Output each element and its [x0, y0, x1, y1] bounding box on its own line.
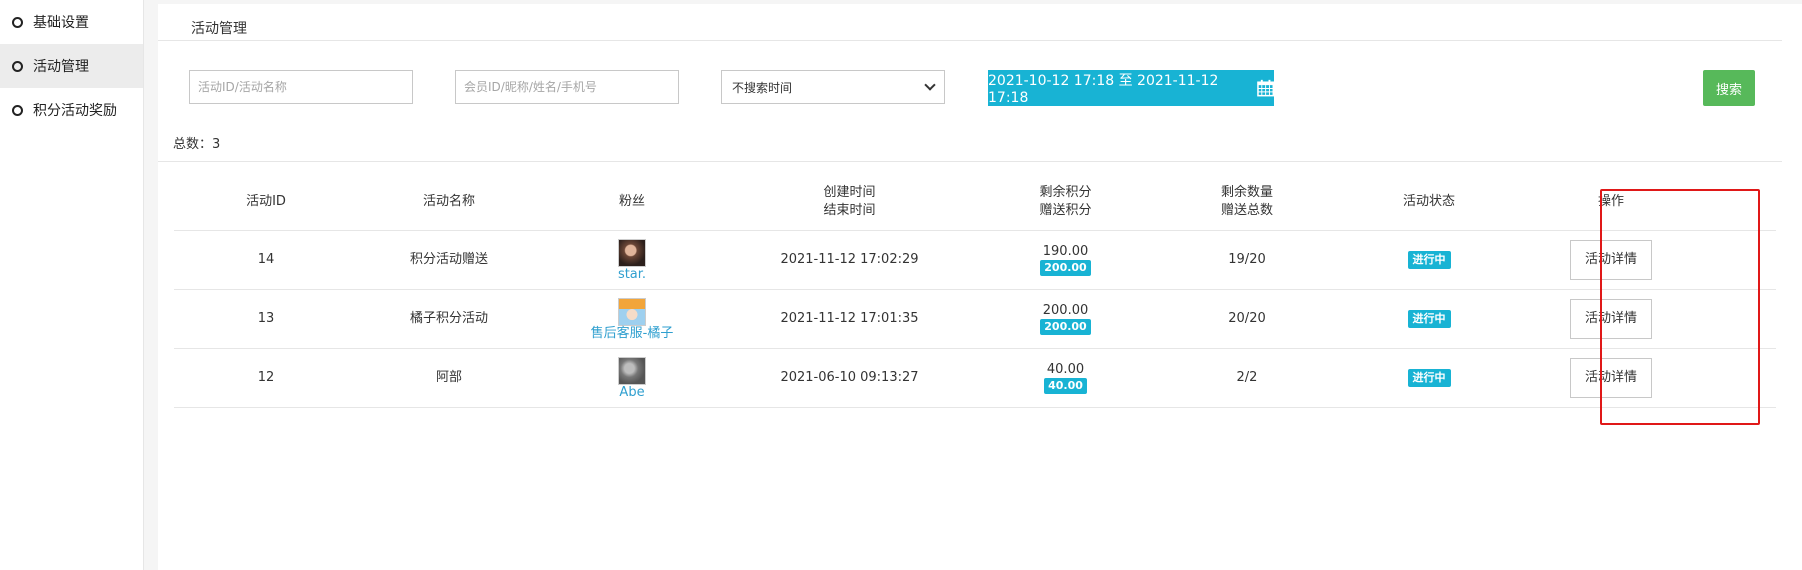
column-header-name: 活动名称: [422, 193, 475, 209]
sidebar-item-label: 积分活动奖励: [33, 103, 117, 119]
points-cell: 190.00 200.00: [975, 244, 1156, 277]
main-panel: 活动管理 不搜索时间 2021-10-12 17:18 至 2021-11-12…: [158, 4, 1802, 570]
status-badge: 进行中: [1407, 251, 1451, 269]
activity-name: 积分活动赠送: [409, 252, 488, 267]
calendar-icon: [1256, 79, 1274, 97]
column-header-time: 创建时间 结束时间: [724, 184, 975, 220]
avatar: [618, 238, 646, 267]
status-cell: 进行中: [1338, 310, 1520, 328]
divider: [158, 161, 1782, 162]
gift-points-badge: 40.00: [1044, 377, 1087, 394]
created-time: 2021-06-10 09:13:27: [780, 370, 919, 385]
sidebar: 基础设置 活动管理 积分活动奖励: [0, 0, 144, 570]
table-row: 12 阿部 Abe 2021-06-10 09:13:27 40.00 40.0…: [174, 349, 1776, 408]
quantity: 2/2: [1236, 370, 1258, 385]
time-filter-select[interactable]: 不搜索时间: [721, 70, 945, 104]
quantity: 20/20: [1228, 311, 1266, 326]
remaining-points: 40.00: [1046, 361, 1085, 377]
date-range-picker[interactable]: 2021-10-12 17:18 至 2021-11-12 17:18: [988, 70, 1274, 106]
sidebar-item-points-rewards[interactable]: 积分活动奖励: [0, 88, 143, 132]
date-range-value: 2021-10-12 17:18 至 2021-11-12 17:18: [988, 73, 1219, 106]
column-header-action: 操作: [1597, 193, 1624, 209]
table-header-row: 活动ID 活动名称 粉丝 创建时间 结束时间 剩余积分 赠送积分 剩余数量 赠送…: [174, 173, 1776, 231]
status-cell: 进行中: [1338, 369, 1520, 387]
fan-name-link[interactable]: Abe: [540, 385, 724, 400]
activity-id: 12: [257, 370, 275, 385]
gift-points-badge: 200.00: [1040, 318, 1091, 335]
action-cell: 活动详情: [1520, 240, 1702, 280]
column-header-id: 活动ID: [246, 193, 286, 209]
fan-cell: 售后客服-橘子: [540, 297, 724, 341]
activity-detail-button[interactable]: 活动详情: [1570, 240, 1652, 280]
remaining-points: 190.00: [1042, 243, 1089, 259]
total-count: 总数：3: [173, 137, 221, 152]
column-header-created: 创建时间: [823, 184, 876, 200]
status-badge: 进行中: [1407, 310, 1451, 328]
avatar: [618, 356, 646, 385]
points-cell: 200.00 200.00: [975, 303, 1156, 336]
circle-icon: [12, 60, 23, 72]
activity-id: 14: [257, 252, 275, 267]
activity-id: 13: [257, 311, 275, 326]
column-header-status: 活动状态: [1402, 193, 1455, 209]
column-header-remaining-points: 剩余积分: [1039, 184, 1092, 200]
column-header-gift-total: 赠送总数: [1220, 202, 1273, 218]
activity-name: 阿部: [435, 370, 462, 385]
fan-cell: star.: [540, 238, 724, 282]
status-cell: 进行中: [1338, 251, 1520, 269]
created-time: 2021-11-12 17:02:29: [780, 252, 919, 267]
action-cell: 活动详情: [1520, 358, 1702, 398]
action-cell: 活动详情: [1520, 299, 1702, 339]
time-filter-value: 不搜索时间: [732, 80, 793, 95]
points-cell: 40.00 40.00: [975, 362, 1156, 395]
fan-name-link[interactable]: 售后客服-橘子: [540, 326, 724, 341]
fan-cell: Abe: [540, 356, 724, 400]
divider: [158, 40, 1782, 41]
remaining-points: 200.00: [1042, 302, 1089, 318]
page-title: 活动管理: [191, 21, 247, 37]
status-badge: 进行中: [1407, 369, 1451, 387]
column-header-gift-points: 赠送积分: [1039, 202, 1092, 218]
activity-table: 活动ID 活动名称 粉丝 创建时间 结束时间 剩余积分 赠送积分 剩余数量 赠送…: [174, 173, 1776, 408]
column-header-fans: 粉丝: [618, 193, 645, 209]
search-button[interactable]: 搜索: [1703, 70, 1755, 106]
circle-icon: [12, 104, 23, 116]
gift-points-badge: 200.00: [1040, 259, 1091, 276]
sidebar-item-label: 基础设置: [33, 15, 89, 31]
chevron-down-icon: [924, 79, 936, 91]
activity-detail-button[interactable]: 活动详情: [1570, 299, 1652, 339]
table-row: 13 橘子积分活动 售后客服-橘子 2021-11-12 17:01:35 20…: [174, 290, 1776, 349]
column-header-remaining-count: 剩余数量: [1220, 184, 1273, 200]
circle-icon: [12, 16, 23, 28]
sidebar-item-basic-settings[interactable]: 基础设置: [0, 0, 143, 44]
member-search-input[interactable]: [455, 70, 679, 104]
sidebar-item-activity-management[interactable]: 活动管理: [0, 44, 143, 88]
quantity: 19/20: [1228, 252, 1266, 267]
created-time: 2021-11-12 17:01:35: [780, 311, 919, 326]
column-header-points: 剩余积分 赠送积分: [975, 184, 1156, 220]
activity-search-input[interactable]: [189, 70, 413, 104]
table-row: 14 积分活动赠送 star. 2021-11-12 17:02:29 190.…: [174, 231, 1776, 290]
sidebar-item-label: 活动管理: [33, 59, 89, 75]
activity-detail-button[interactable]: 活动详情: [1570, 358, 1652, 398]
avatar: [618, 297, 646, 326]
fan-name-link[interactable]: star.: [540, 267, 724, 282]
column-header-ended: 结束时间: [823, 202, 876, 218]
column-header-count: 剩余数量 赠送总数: [1156, 184, 1338, 220]
activity-name: 橘子积分活动: [409, 311, 488, 326]
